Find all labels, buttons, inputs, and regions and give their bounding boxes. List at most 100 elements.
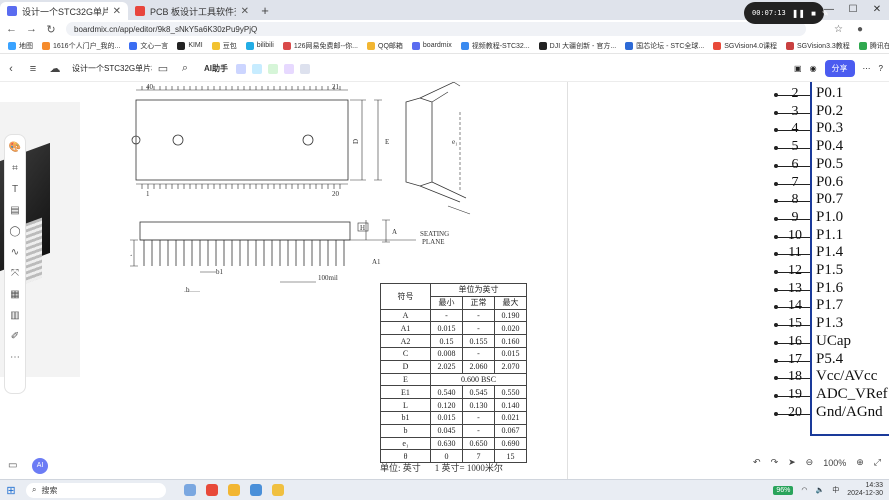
table-cell: - <box>462 346 495 361</box>
bookmark-item[interactable]: bilibili <box>245 41 274 50</box>
table-cell: 0.690 <box>494 436 527 451</box>
color-palette-icon[interactable]: 🎨 <box>9 141 21 155</box>
bookmark-item[interactable]: 腾讯在线文档 <box>858 41 889 51</box>
header-unit: 单位为英寸 <box>430 283 527 297</box>
profile-icon[interactable]: ● <box>857 24 863 35</box>
pen-icon[interactable]: ✎ <box>822 9 829 18</box>
pin-dot <box>774 216 778 221</box>
clock[interactable]: 14:33 2024-12-30 <box>847 482 883 498</box>
stop-icon[interactable]: ■ <box>811 9 816 18</box>
wps-icon[interactable] <box>206 484 218 496</box>
bookmark-favicon-icon <box>625 41 634 50</box>
wifi-icon[interactable]: ◠ <box>801 486 807 494</box>
undo-icon[interactable]: ↶ <box>753 457 761 468</box>
url-field[interactable]: boardmix.cn/app/editor/9k8_sNkY5a6K30zPu… <box>66 22 806 36</box>
forward-icon[interactable]: → <box>26 23 37 35</box>
pin-row: 2 P0.1 <box>774 85 889 104</box>
pin-number: 3 <box>791 103 799 119</box>
pin-number: 9 <box>791 209 799 225</box>
bookmark-favicon-icon <box>129 41 138 50</box>
bookmark-item[interactable]: boardmix <box>411 41 452 50</box>
close-tab-icon[interactable]: ✕ <box>113 6 121 17</box>
tab-pcb-search[interactable]: PCB 板设计工具软件查询 - 百 ✕ <box>128 2 256 20</box>
share-button[interactable]: 分享 <box>824 60 855 77</box>
maximize-icon[interactable]: ☐ <box>841 0 865 20</box>
windows-start-icon[interactable]: ⊞ <box>0 484 22 497</box>
top-pins <box>141 86 341 189</box>
select-pointer-icon[interactable]: ➤ <box>788 457 796 468</box>
document-icon[interactable]: ▭ <box>152 62 174 75</box>
menu-icon[interactable]: ≡ <box>22 63 44 75</box>
table-icon[interactable]: ▥ <box>10 309 19 323</box>
zoom-out-icon[interactable]: ⊖ <box>806 457 814 468</box>
close-tab-icon[interactable]: ✕ <box>241 6 249 17</box>
bookmark-item[interactable]: 文心一言 <box>129 41 168 51</box>
cloud-icon: ☁ <box>49 63 61 75</box>
bookmark-item[interactable]: KIMI <box>177 41 203 50</box>
zoom-level[interactable]: 100% <box>823 458 846 468</box>
table-cell: E1 <box>380 385 431 400</box>
plugin-icon[interactable] <box>300 63 310 74</box>
text-icon[interactable]: T <box>12 183 18 197</box>
bookmark-item[interactable]: 国芯论坛 - STC全球... <box>625 41 704 51</box>
bookmark-item[interactable]: 1616个人门户_我的... <box>42 41 120 51</box>
bookmark-item[interactable]: SGVision4.0课程 <box>713 41 777 51</box>
table-row: A1 0.015-0.020 <box>380 321 527 336</box>
taskbar-search[interactable]: ⌕ 搜索 <box>26 482 166 498</box>
pen-icon[interactable]: ∿ <box>11 246 19 260</box>
connector-icon[interactable]: ⤧ <box>11 267 19 281</box>
zoom-in-icon[interactable]: ⊕ <box>856 457 864 468</box>
template-icon[interactable]: ▦ <box>10 288 19 302</box>
pin-row: 20 Gnd/AGnd <box>774 404 889 423</box>
search-icon[interactable]: ⌕ <box>174 62 196 75</box>
plugin-icon[interactable] <box>252 63 262 74</box>
tab-boardmix[interactable]: 设计一个STC32G单片机学习板 ✕ <box>0 2 128 20</box>
bookmark-label: 地图 <box>19 42 33 50</box>
brush-icon[interactable]: ✐ <box>11 330 19 344</box>
sticky-note-icon[interactable]: ▤ <box>10 204 19 218</box>
minimap-icon[interactable]: ▭ <box>8 460 17 471</box>
volume-icon[interactable]: 🔈 <box>815 486 824 494</box>
reload-icon[interactable]: ↻ <box>46 23 56 36</box>
table-cell: 0.020 <box>494 321 527 336</box>
battery-indicator[interactable]: 96% <box>773 485 794 495</box>
plugin-icon[interactable] <box>284 63 294 74</box>
bookmark-item[interactable]: SGVision3.3教程 <box>786 41 850 51</box>
shape-icon[interactable]: ◯ <box>9 225 20 239</box>
whiteboard-canvas[interactable]: 🎨 ⌗ T ▤ ◯ ∿ ⤧ ▦ ▥ ✐ ⋯ 40 21 1 20 D E e₁ … <box>0 82 889 479</box>
present-icon[interactable]: ▣ <box>794 64 802 73</box>
pin-name: P1.6 <box>816 279 844 296</box>
chrome-icon[interactable] <box>228 484 240 496</box>
bookmark-item[interactable]: DJI 大疆创新 - 官方... <box>538 41 616 51</box>
table-cell: 2.060 <box>462 359 495 374</box>
back-icon[interactable]: ← <box>6 23 17 35</box>
frame-icon[interactable]: ⌗ <box>12 162 18 176</box>
ai-assistant-button[interactable]: AI助手 <box>204 63 228 74</box>
app-icon[interactable] <box>250 484 262 496</box>
more-tools-icon[interactable]: ⋯ <box>10 351 20 365</box>
bookmark-item[interactable]: 豆包 <box>211 41 237 51</box>
bookmark-item[interactable]: 视频教程-STC32... <box>460 41 530 51</box>
new-tab-button[interactable]: + <box>256 2 274 20</box>
plugin-icon[interactable] <box>236 63 246 74</box>
close-window-icon[interactable]: ✕ <box>865 0 889 20</box>
help-icon[interactable]: ? <box>879 64 883 73</box>
table-cell: E <box>380 372 431 387</box>
more-icon[interactable]: ⋯ <box>863 64 871 73</box>
search-label: 搜索 <box>41 485 58 495</box>
user-avatar[interactable]: ◉ <box>810 64 817 73</box>
plugin-icon[interactable] <box>268 63 278 74</box>
bookmark-item[interactable]: 126网易免费邮--你... <box>282 41 358 51</box>
redo-icon[interactable]: ↷ <box>771 457 779 468</box>
bookmark-item[interactable]: QQ邮箱 <box>367 41 403 51</box>
language-indicator[interactable]: 中 <box>832 485 839 495</box>
bookmark-item[interactable]: 地图 <box>8 41 33 51</box>
ai-assistant-icon[interactable]: AI <box>32 458 48 474</box>
pause-icon[interactable]: ❚❚ <box>792 9 805 18</box>
file-explorer-icon[interactable] <box>272 484 284 496</box>
app-icon[interactable] <box>184 484 196 496</box>
document-title[interactable]: 设计一个STC32G单片机... <box>72 63 152 74</box>
fit-screen-icon[interactable]: ⤢ <box>874 457 881 468</box>
bookmark-star-icon[interactable]: ☆ <box>834 24 843 35</box>
back-icon[interactable]: ‹ <box>0 63 22 75</box>
